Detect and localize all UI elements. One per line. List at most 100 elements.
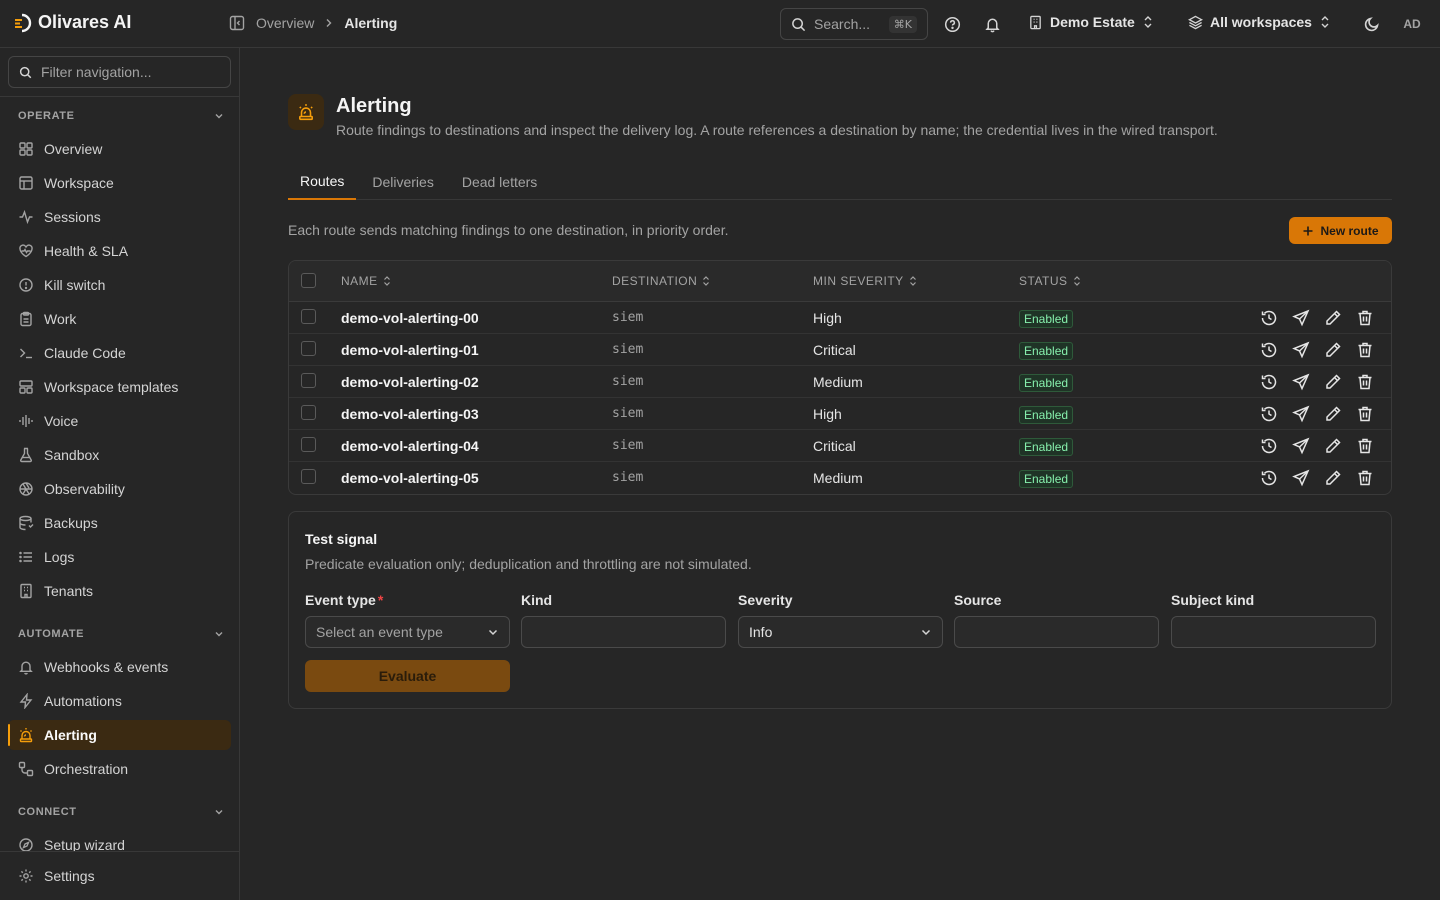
workspace-selector[interactable]: All workspaces: [1188, 14, 1331, 30]
section-automate[interactable]: AUTOMATE: [18, 628, 224, 640]
trash-icon[interactable]: [1356, 341, 1374, 359]
sidebar-item-sandbox[interactable]: Sandbox: [8, 440, 231, 470]
sidebar-item-workspace[interactable]: Workspace: [8, 168, 231, 198]
event-type-select[interactable]: Select an event type: [305, 616, 510, 648]
table-row[interactable]: demo-vol-alerting-00 siem High Enabled: [289, 302, 1391, 334]
test-signal-title: Test signal: [305, 531, 378, 547]
sidebar-item-overview[interactable]: Overview: [8, 134, 231, 164]
route-name[interactable]: demo-vol-alerting-05: [341, 470, 479, 486]
search-input[interactable]: Search... ⌘K: [780, 8, 928, 40]
tab-routes[interactable]: Routes: [288, 164, 357, 200]
sidebar-item-health-sla[interactable]: Health & SLA: [8, 236, 231, 266]
tab-dead-letters[interactable]: Dead letters: [450, 164, 549, 200]
send-icon[interactable]: [1292, 309, 1310, 327]
column-header-name[interactable]: NAME: [341, 274, 391, 288]
row-checkbox[interactable]: [301, 373, 316, 388]
history-icon[interactable]: [1260, 405, 1278, 423]
tab-deliveries[interactable]: Deliveries: [360, 164, 445, 200]
pencil-icon[interactable]: [1324, 437, 1342, 455]
route-name[interactable]: demo-vol-alerting-04: [341, 438, 479, 454]
table-row[interactable]: demo-vol-alerting-03 siem High Enabled: [289, 398, 1391, 430]
source-input[interactable]: [954, 616, 1159, 648]
sidebar-item-kill-switch[interactable]: Kill switch: [8, 270, 231, 300]
history-icon[interactable]: [1260, 373, 1278, 391]
evaluate-button[interactable]: Evaluate: [305, 660, 510, 692]
send-icon[interactable]: [1292, 437, 1310, 455]
section-operate[interactable]: OPERATE: [18, 110, 224, 122]
history-icon[interactable]: [1260, 437, 1278, 455]
pencil-icon[interactable]: [1324, 309, 1342, 327]
trash-icon[interactable]: [1356, 469, 1374, 487]
row-checkbox[interactable]: [301, 405, 316, 420]
status-badge: Enabled: [1019, 406, 1074, 424]
pencil-icon[interactable]: [1324, 405, 1342, 423]
new-route-button[interactable]: New route: [1289, 217, 1392, 244]
table-row[interactable]: demo-vol-alerting-04 siem Critical Enabl…: [289, 430, 1391, 462]
trash-icon[interactable]: [1356, 373, 1374, 391]
table-row[interactable]: demo-vol-alerting-02 siem Medium Enabled: [289, 366, 1391, 398]
breadcrumb: Overview Alerting: [228, 14, 397, 32]
trash-icon[interactable]: [1356, 437, 1374, 455]
filter-navigation-placeholder: Filter navigation...: [41, 64, 152, 80]
sidebar-item-label: Sandbox: [44, 447, 100, 463]
sidebar-item-logs[interactable]: Logs: [8, 542, 231, 572]
sidebar-item-backups[interactable]: Backups: [8, 508, 231, 538]
column-header-status[interactable]: STATUS: [1019, 274, 1081, 288]
row-checkbox[interactable]: [301, 437, 316, 452]
severity-select[interactable]: Info: [738, 616, 943, 648]
sidebar-item-claude-code[interactable]: Claude Code: [8, 338, 231, 368]
kind-input[interactable]: [521, 616, 726, 648]
pencil-icon[interactable]: [1324, 469, 1342, 487]
trash-icon[interactable]: [1356, 309, 1374, 327]
route-name[interactable]: demo-vol-alerting-02: [341, 374, 479, 390]
send-icon[interactable]: [1292, 341, 1310, 359]
breadcrumb-overview[interactable]: Overview: [256, 15, 314, 31]
route-name[interactable]: demo-vol-alerting-00: [341, 310, 479, 326]
heart-pulse-icon: [18, 243, 34, 259]
send-icon[interactable]: [1292, 469, 1310, 487]
sidebar-item-alerting[interactable]: Alerting: [8, 720, 231, 750]
brand[interactable]: Olivares AI: [12, 12, 131, 33]
bell-icon[interactable]: [982, 14, 1002, 34]
filter-navigation-input[interactable]: Filter navigation...: [8, 56, 231, 88]
send-icon[interactable]: [1292, 373, 1310, 391]
sidebar-item-work[interactable]: Work: [8, 304, 231, 334]
table-row[interactable]: demo-vol-alerting-01 siem Critical Enabl…: [289, 334, 1391, 366]
sidebar-item-observability[interactable]: Observability: [8, 474, 231, 504]
sidebar-item-orchestration[interactable]: Orchestration: [8, 754, 231, 784]
column-header-destination[interactable]: DESTINATION: [612, 274, 710, 288]
row-checkbox[interactable]: [301, 309, 316, 324]
column-header-min-severity[interactable]: MIN SEVERITY: [813, 274, 917, 288]
sidebar-item-tenants[interactable]: Tenants: [8, 576, 231, 606]
help-icon[interactable]: [942, 14, 962, 34]
pencil-icon[interactable]: [1324, 373, 1342, 391]
subject-kind-input[interactable]: [1171, 616, 1376, 648]
sidebar-item-webhooks-events[interactable]: Webhooks & events: [8, 652, 231, 682]
sidebar-item-voice[interactable]: Voice: [8, 406, 231, 436]
send-icon[interactable]: [1292, 405, 1310, 423]
route-destination: siem: [612, 342, 644, 357]
select-all-checkbox[interactable]: [301, 273, 316, 288]
history-icon[interactable]: [1260, 341, 1278, 359]
workspace-selector-label: All workspaces: [1210, 14, 1312, 30]
sidebar-toggle-icon[interactable]: [228, 14, 246, 32]
trash-icon[interactable]: [1356, 405, 1374, 423]
pencil-icon[interactable]: [1324, 341, 1342, 359]
section-connect[interactable]: CONNECT: [18, 806, 224, 818]
sidebar-item-label: Alerting: [44, 727, 97, 743]
moon-icon[interactable]: [1362, 14, 1382, 34]
route-name[interactable]: demo-vol-alerting-03: [341, 406, 479, 422]
grid-icon: [18, 141, 34, 157]
row-checkbox[interactable]: [301, 469, 316, 484]
history-icon[interactable]: [1260, 309, 1278, 327]
history-icon[interactable]: [1260, 469, 1278, 487]
table-row[interactable]: demo-vol-alerting-05 siem Medium Enabled: [289, 462, 1391, 494]
sidebar-item-sessions[interactable]: Sessions: [8, 202, 231, 232]
sidebar-item-automations[interactable]: Automations: [8, 686, 231, 716]
org-selector[interactable]: Demo Estate: [1028, 14, 1154, 30]
row-checkbox[interactable]: [301, 341, 316, 356]
route-name[interactable]: demo-vol-alerting-01: [341, 342, 479, 358]
sidebar-item-workspace-templates[interactable]: Workspace templates: [8, 372, 231, 402]
avatar[interactable]: AD: [1398, 10, 1426, 38]
sidebar-item-settings[interactable]: Settings: [8, 861, 231, 891]
